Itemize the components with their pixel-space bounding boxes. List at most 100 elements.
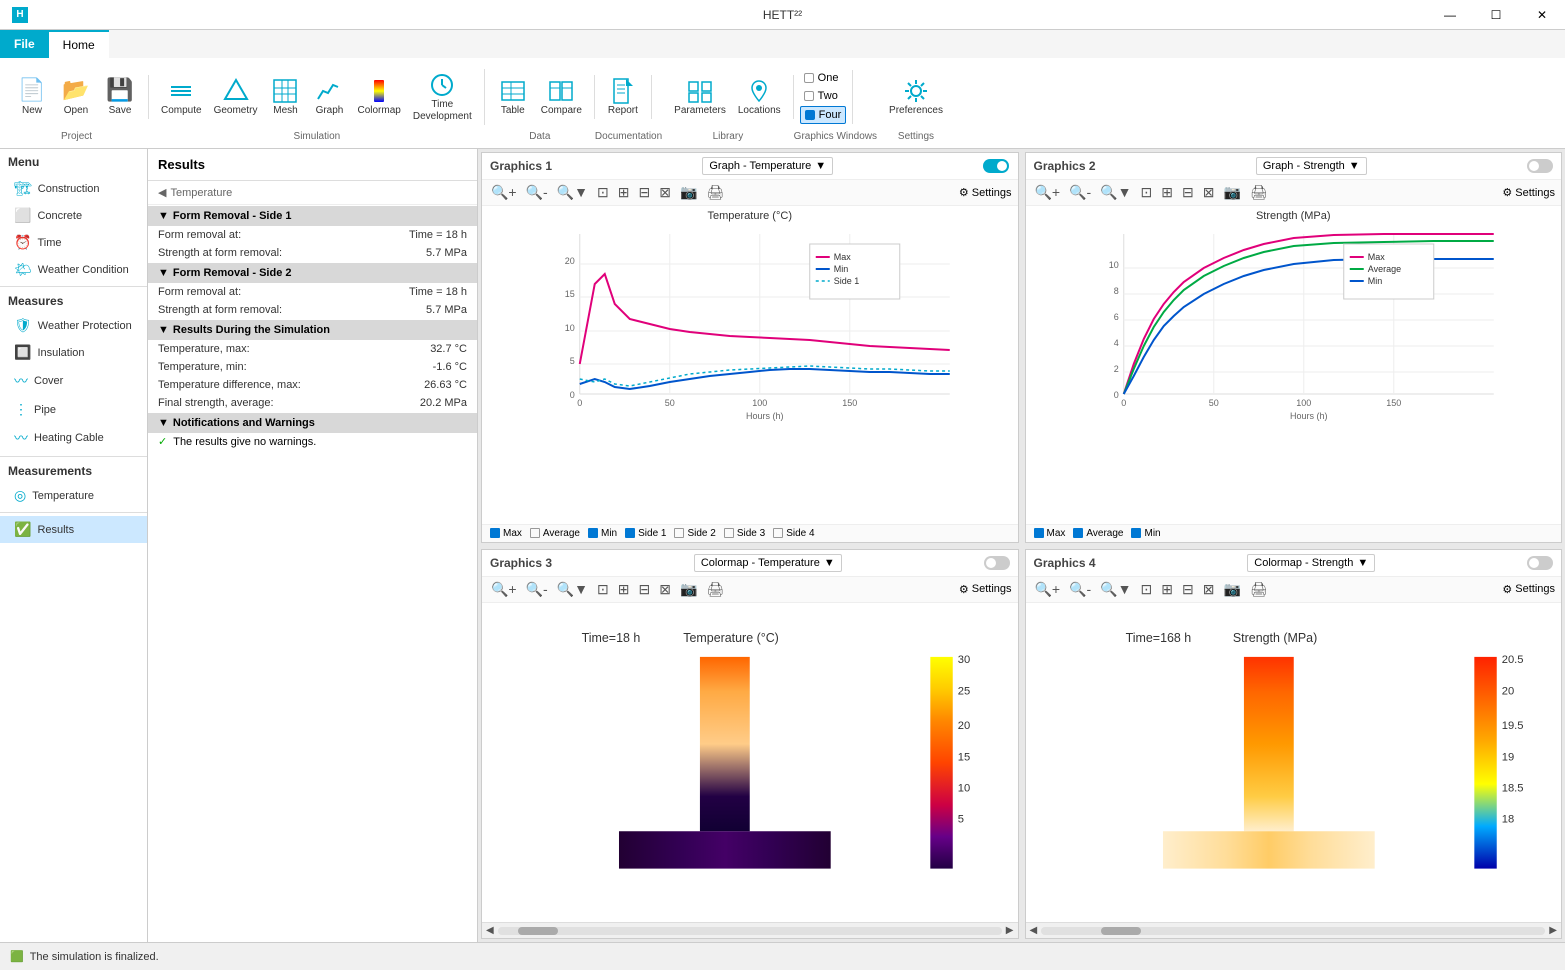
preferences-button[interactable]: Preferences bbox=[883, 75, 949, 119]
g3-grid2[interactable]: ⊟ bbox=[635, 580, 653, 599]
graphics-3-dropdown[interactable]: Colormap - Temperature ▼ bbox=[694, 554, 842, 572]
sidebar-item-insulation[interactable]: 🔲 Insulation bbox=[0, 339, 147, 366]
g3-grid1[interactable]: ⊞ bbox=[615, 580, 633, 599]
g2-zoom-out[interactable]: 🔍- bbox=[1066, 183, 1094, 202]
g4-print[interactable]: 🖨 bbox=[1247, 580, 1271, 599]
print-tool[interactable]: 🖨 bbox=[703, 183, 727, 202]
zoom-in-tool[interactable]: 🔍+ bbox=[488, 183, 520, 202]
g4-zoom-in[interactable]: 🔍+ bbox=[1032, 580, 1064, 599]
graphics-3-toggle[interactable] bbox=[984, 556, 1010, 570]
open-button[interactable]: 📂 Open bbox=[54, 75, 98, 119]
g2-min-cb[interactable]: Min bbox=[1131, 528, 1160, 539]
g3-scroll-right[interactable]: ▶ bbox=[1006, 925, 1014, 936]
results-simulation-header[interactable]: ▼ Results During the Simulation bbox=[148, 320, 477, 340]
new-button[interactable]: 📄 New bbox=[10, 75, 54, 119]
sidebar-item-heating-cable[interactable]: 〰 Heating Cable bbox=[0, 423, 147, 453]
graphics-4-toggle[interactable] bbox=[1527, 556, 1553, 570]
g4-zoom-dd[interactable]: 🔍▼ bbox=[1097, 580, 1134, 599]
g3-settings[interactable]: ⚙ Settings bbox=[959, 583, 1012, 596]
graphics-1-toggle[interactable] bbox=[983, 159, 1009, 173]
g4-zoom-out[interactable]: 🔍- bbox=[1066, 580, 1094, 599]
settings-tool[interactable]: ⚙ Settings bbox=[959, 186, 1012, 199]
zoom-dropdown[interactable]: 🔍▼ bbox=[554, 183, 591, 202]
g1-side3-cb[interactable]: Side 3 bbox=[724, 528, 765, 539]
g4-settings[interactable]: ⚙ Settings bbox=[1502, 583, 1555, 596]
g2-max-cb[interactable]: Max bbox=[1034, 528, 1066, 539]
sidebar-item-weather-protection[interactable]: 🛡 Weather Protection bbox=[0, 312, 147, 339]
g4-grid3[interactable]: ⊠ bbox=[1200, 580, 1218, 599]
g3-camera[interactable]: 📷 bbox=[677, 580, 700, 599]
g3-scrollbar-track[interactable] bbox=[498, 927, 1002, 935]
g1-side4-cb[interactable]: Side 4 bbox=[773, 528, 814, 539]
colormap-button[interactable]: Colormap bbox=[351, 75, 406, 119]
g1-min-cb[interactable]: Min bbox=[588, 528, 617, 539]
two-window-option[interactable]: Two bbox=[800, 88, 847, 104]
sidebar-item-construction[interactable]: 🏗 Construction bbox=[0, 175, 147, 202]
zoom-out-tool[interactable]: 🔍- bbox=[523, 183, 551, 202]
g2-grid2[interactable]: ⊟ bbox=[1179, 183, 1197, 202]
g1-side1-cb[interactable]: Side 1 bbox=[625, 528, 666, 539]
g3-zoom-in[interactable]: 🔍+ bbox=[488, 580, 520, 599]
one-window-option[interactable]: One bbox=[800, 70, 847, 86]
file-tab[interactable]: File bbox=[0, 30, 49, 58]
maximize-button[interactable]: ☐ bbox=[1473, 0, 1519, 30]
g3-scrollbar-thumb[interactable] bbox=[518, 927, 558, 935]
graph-button[interactable]: Graph bbox=[307, 75, 351, 119]
g2-fit[interactable]: ⊡ bbox=[1138, 183, 1156, 202]
form-removal-side1-header[interactable]: ▼ Form Removal - Side 1 bbox=[148, 206, 477, 226]
close-button[interactable]: ✕ bbox=[1519, 0, 1565, 30]
g4-scroll-right[interactable]: ▶ bbox=[1549, 925, 1557, 936]
back-arrow[interactable]: ◀ bbox=[158, 186, 166, 199]
minimize-button[interactable]: — bbox=[1427, 0, 1473, 30]
g3-fit[interactable]: ⊡ bbox=[594, 580, 612, 599]
g4-fit[interactable]: ⊡ bbox=[1138, 580, 1156, 599]
g4-grid2[interactable]: ⊟ bbox=[1179, 580, 1197, 599]
home-tab[interactable]: Home bbox=[49, 30, 109, 58]
report-button[interactable]: Report bbox=[601, 75, 645, 119]
parameters-button[interactable]: Parameters bbox=[668, 75, 732, 119]
graphics-2-dropdown[interactable]: Graph - Strength ▼ bbox=[1256, 157, 1367, 175]
sidebar-item-results[interactable]: ✅ Results bbox=[0, 516, 147, 543]
geometry-button[interactable]: Geometry bbox=[208, 75, 264, 119]
table-button[interactable]: Table bbox=[491, 75, 535, 119]
sidebar-item-pipe[interactable]: ⋮ Pipe bbox=[0, 396, 147, 423]
time-development-button[interactable]: TimeDevelopment bbox=[407, 69, 478, 125]
sidebar-item-concrete[interactable]: ⬜ Concrete bbox=[0, 202, 147, 229]
compare-button[interactable]: Compare bbox=[535, 75, 588, 119]
grid-tool-3[interactable]: ⊠ bbox=[656, 183, 674, 202]
g3-zoom-out[interactable]: 🔍- bbox=[523, 580, 551, 599]
graphics-1-dropdown[interactable]: Graph - Temperature ▼ bbox=[702, 157, 833, 175]
graphics-2-toggle[interactable] bbox=[1527, 159, 1553, 173]
g3-scroll-left[interactable]: ◀ bbox=[486, 925, 494, 936]
g1-side2-cb[interactable]: Side 2 bbox=[674, 528, 715, 539]
grid-tool-1[interactable]: ⊞ bbox=[615, 183, 633, 202]
graphics-4-dropdown[interactable]: Colormap - Strength ▼ bbox=[1247, 554, 1375, 572]
g2-zoom-dd[interactable]: 🔍▼ bbox=[1097, 183, 1134, 202]
fit-tool[interactable]: ⊡ bbox=[594, 183, 612, 202]
g1-max-cb[interactable]: Max bbox=[490, 528, 522, 539]
g2-print[interactable]: 🖨 bbox=[1247, 183, 1271, 202]
g2-zoom-in[interactable]: 🔍+ bbox=[1032, 183, 1064, 202]
grid-tool-2[interactable]: ⊟ bbox=[635, 183, 653, 202]
g4-scrollbar-track[interactable] bbox=[1041, 927, 1545, 935]
g1-avg-cb[interactable]: Average bbox=[530, 528, 580, 539]
g2-avg-cb[interactable]: Average bbox=[1073, 528, 1123, 539]
g4-scrollbar-thumb[interactable] bbox=[1101, 927, 1141, 935]
locations-button[interactable]: Locations bbox=[732, 75, 787, 119]
camera-tool[interactable]: 📷 bbox=[677, 183, 700, 202]
g3-zoom-dd[interactable]: 🔍▼ bbox=[554, 580, 591, 599]
sidebar-item-weather-condition[interactable]: 🌤 Weather Condition bbox=[0, 256, 147, 283]
sidebar-item-cover[interactable]: 〰 Cover bbox=[0, 366, 147, 396]
g2-camera[interactable]: 📷 bbox=[1220, 183, 1243, 202]
notifications-header[interactable]: ▼ Notifications and Warnings bbox=[148, 413, 477, 433]
g4-grid1[interactable]: ⊞ bbox=[1158, 580, 1176, 599]
g2-grid1[interactable]: ⊞ bbox=[1158, 183, 1176, 202]
save-button[interactable]: 💾 Save bbox=[98, 75, 142, 119]
g4-scroll-left[interactable]: ◀ bbox=[1030, 925, 1038, 936]
compute-button[interactable]: Compute bbox=[155, 75, 208, 119]
form-removal-side2-header[interactable]: ▼ Form Removal - Side 2 bbox=[148, 263, 477, 283]
four-window-option[interactable]: Four bbox=[800, 106, 847, 124]
g4-camera[interactable]: 📷 bbox=[1220, 580, 1243, 599]
g3-print[interactable]: 🖨 bbox=[703, 580, 727, 599]
sidebar-item-time[interactable]: ⏰ Time bbox=[0, 229, 147, 256]
